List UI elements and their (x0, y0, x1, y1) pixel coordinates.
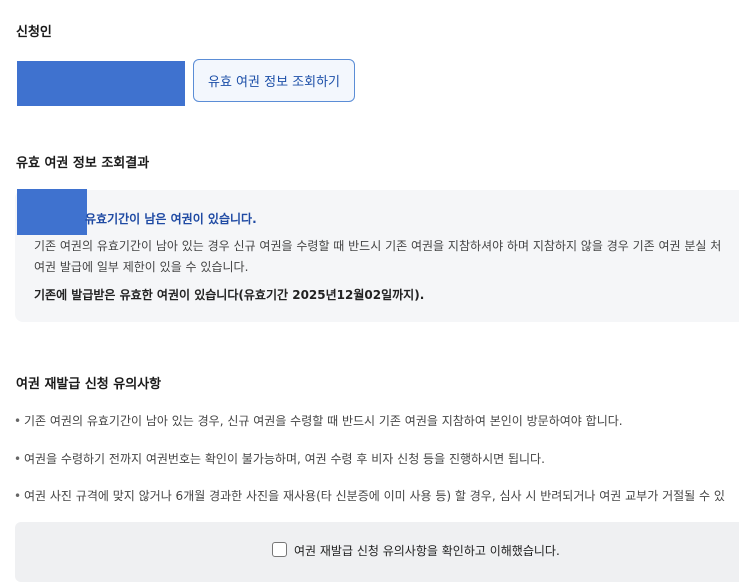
lookup-valid-passport-button[interactable]: 유효 여권 정보 조회하기 (193, 59, 355, 102)
result-description: 기존 여권의 유효기간이 남아 있는 경우 신규 여권을 수령할 때 반드시 기… (34, 236, 739, 278)
redacted-applicant-info (17, 61, 185, 106)
confirm-checkbox[interactable] (272, 542, 287, 557)
applicant-heading: 신청인 (16, 25, 52, 40)
bullet-icon: • (14, 414, 22, 428)
notice-item: • 기존 여권의 유효기간이 남아 있는 경우, 신규 여권을 수령할 때 반드시… (14, 412, 623, 429)
result-description-line2: 여권 발급에 일부 제한이 있을 수 있습니다. (34, 260, 249, 274)
bullet-icon: • (14, 452, 22, 466)
result-status: 유효기간이 남은 여권이 있습니다. (85, 212, 257, 226)
confirm-label[interactable]: 여권 재발급 신청 유의사항을 확인하고 이해했습니다. (294, 542, 560, 559)
result-description-line1: 기존 여권의 유효기간이 남아 있는 경우 신규 여권을 수령할 때 반드시 기… (34, 239, 722, 253)
redacted-status-icon (17, 189, 87, 235)
notice-item: • 여권 사진 규격에 맞지 않거나 6개월 경과한 사진을 재사용(타 신분증에… (14, 487, 725, 504)
notice-text: 여권 사진 규격에 맞지 않거나 6개월 경과한 사진을 재사용(타 신분증에 … (24, 489, 725, 503)
result-validity: 기존에 발급받은 유효한 여권이 있습니다(유효기간 2025년12월02일까지… (34, 288, 425, 302)
notice-item: • 여권을 수령하기 전까지 여권번호는 확인이 불가능하며, 여권 수령 후 비… (14, 450, 545, 467)
notice-text: 기존 여권의 유효기간이 남아 있는 경우, 신규 여권을 수령할 때 반드시 … (24, 414, 623, 428)
notice-text: 여권을 수령하기 전까지 여권번호는 확인이 불가능하며, 여권 수령 후 비자… (24, 452, 545, 466)
result-heading: 유효 여권 정보 조회결과 (16, 156, 150, 171)
bullet-icon: • (14, 489, 22, 503)
notices-heading: 여권 재발급 신청 유의사항 (16, 377, 162, 392)
